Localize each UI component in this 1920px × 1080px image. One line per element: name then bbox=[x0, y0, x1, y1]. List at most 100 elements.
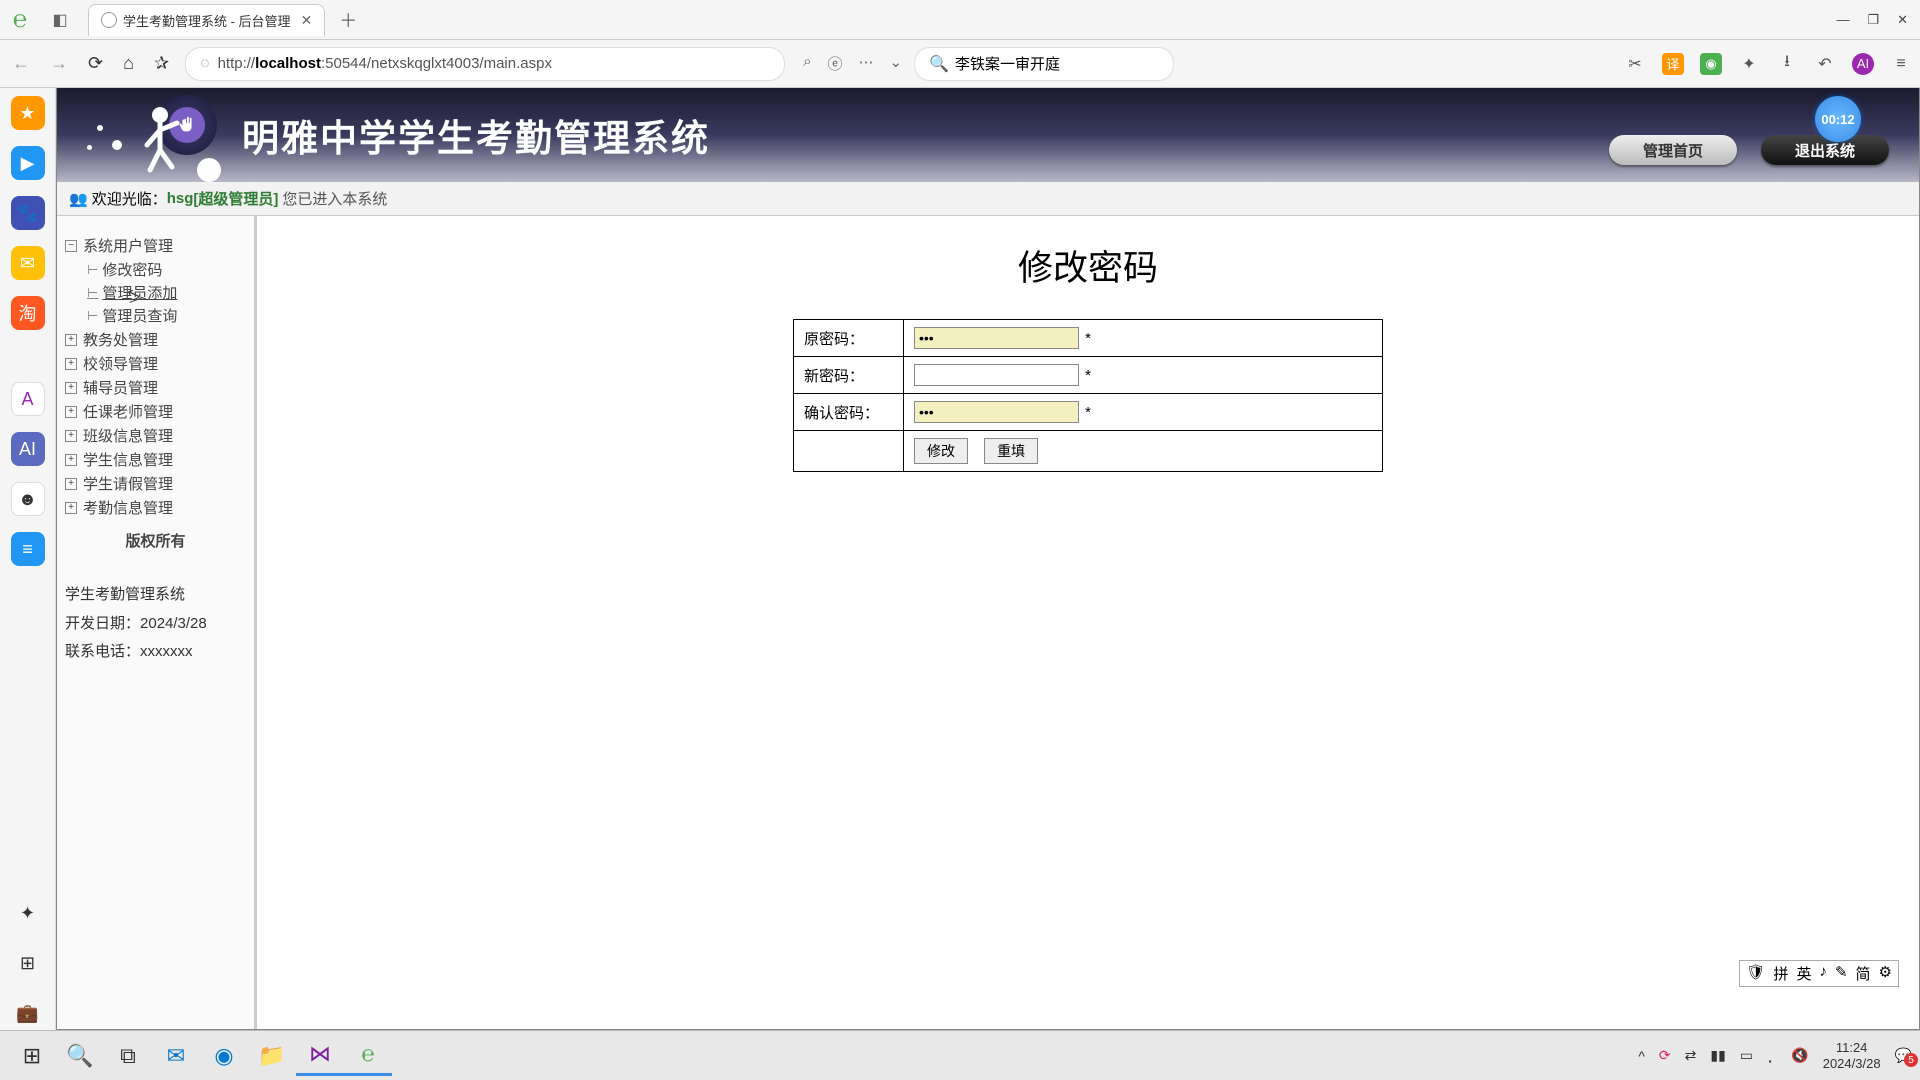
tree-child-0-0[interactable]: ⊢修改密码 bbox=[87, 259, 246, 280]
ime-toolbar[interactable]: 🛡 拼 英 ♪ ✎ 简 ⚙ bbox=[1739, 960, 1899, 987]
fav-bot-icon[interactable]: ☻ bbox=[11, 482, 45, 516]
ext-green-icon[interactable]: ◉ bbox=[1700, 53, 1722, 75]
admin-home-button[interactable]: 管理首页 bbox=[1609, 135, 1737, 165]
mail-app-icon[interactable]: ✉ bbox=[152, 1036, 200, 1076]
explorer-app-icon[interactable]: 📁 bbox=[248, 1036, 296, 1076]
tree-child-0-2[interactable]: ⊢管理员查询 bbox=[87, 305, 246, 326]
reload-icon[interactable]: ⟳ bbox=[84, 49, 107, 78]
tree-child-0-1[interactable]: ⊢管理员添加↖ bbox=[87, 282, 246, 303]
tray-battery-icon[interactable]: ▭ bbox=[1740, 1047, 1753, 1064]
tree-node-1[interactable]: +教务处管理 bbox=[65, 329, 246, 350]
taskbar-clock[interactable]: 11:24 2024/3/28 bbox=[1823, 1040, 1881, 1071]
notification-icon[interactable]: 💬5 bbox=[1895, 1047, 1912, 1064]
translate-ext-icon[interactable]: 译 bbox=[1662, 53, 1684, 75]
plus-icon[interactable]: + bbox=[65, 358, 77, 370]
ime-music-icon[interactable]: ♪ bbox=[1819, 963, 1827, 984]
taskbar-search-icon[interactable]: 🔍 bbox=[56, 1036, 104, 1076]
browser-app-icon[interactable]: ℮ bbox=[344, 1036, 392, 1076]
fav-star-icon[interactable]: ★ bbox=[11, 96, 45, 130]
home-icon[interactable]: ⌂ bbox=[119, 49, 138, 78]
welcome-user: hsg bbox=[167, 190, 194, 207]
ie-mode-icon[interactable]: ⓔ bbox=[827, 53, 842, 74]
fav-ai-icon[interactable]: A bbox=[11, 382, 45, 416]
start-button[interactable]: ⊞ bbox=[8, 1036, 56, 1076]
tray-sync-icon[interactable]: ⟳ bbox=[1659, 1047, 1671, 1064]
browser-tab[interactable]: 学生考勤管理系统 - 后台管理 ✕ bbox=[88, 4, 325, 36]
new-password-input[interactable] bbox=[914, 364, 1079, 386]
tree-node-2[interactable]: +校领导管理 bbox=[65, 353, 246, 374]
maximize-icon[interactable]: ❐ bbox=[1867, 12, 1879, 28]
tree-node-7[interactable]: +学生请假管理 bbox=[65, 473, 246, 494]
plus-icon[interactable]: + bbox=[65, 406, 77, 418]
old-password-input[interactable] bbox=[914, 327, 1079, 349]
fav-video-icon[interactable]: ▶ bbox=[11, 146, 45, 180]
minimize-icon[interactable]: — bbox=[1836, 12, 1849, 27]
tree-node-8[interactable]: + 考勤信息管理 bbox=[65, 497, 246, 518]
tray-chevron-icon[interactable]: ^ bbox=[1638, 1048, 1645, 1064]
logout-button[interactable]: 退出系统 bbox=[1761, 135, 1889, 165]
tree-node-3[interactable]: +辅导员管理 bbox=[65, 377, 246, 398]
tab-close-icon[interactable]: ✕ bbox=[301, 12, 313, 29]
plus-icon[interactable]: + bbox=[65, 382, 77, 394]
close-window-icon[interactable]: ✕ bbox=[1897, 12, 1908, 28]
tree-node-4[interactable]: +任课老师管理 bbox=[65, 401, 246, 422]
puzzle-icon[interactable]: ✦ bbox=[1738, 53, 1760, 75]
fav-mail-icon[interactable]: ✉ bbox=[11, 246, 45, 280]
ime-pin[interactable]: 拼 bbox=[1773, 963, 1788, 984]
tray-volume-icon[interactable]: 🔇 bbox=[1791, 1047, 1808, 1064]
ai-ext-icon[interactable]: AI bbox=[1852, 53, 1874, 75]
fav-stack-icon[interactable]: ≡ bbox=[11, 532, 45, 566]
required-mark: * bbox=[1085, 404, 1091, 421]
menu-icon[interactable]: ≡ bbox=[1890, 53, 1912, 75]
tray-wifi-icon[interactable]: ⡀ bbox=[1767, 1047, 1777, 1064]
fav-puzzle-icon[interactable]: ✦ bbox=[11, 896, 45, 930]
tree-node-0[interactable]: −系统用户管理 bbox=[65, 235, 246, 256]
fav-grid-icon[interactable]: ⊞ bbox=[11, 946, 45, 980]
branch-icon: ⊢ bbox=[87, 285, 98, 301]
fav-shop-icon[interactable]: 淘 bbox=[11, 296, 45, 330]
url-input[interactable]: ◌ http://localhost:50544/netxskqglxt4003… bbox=[185, 47, 785, 81]
ime-shield-icon[interactable]: 🛡 bbox=[1746, 963, 1765, 984]
fav-ai2-icon[interactable]: AI bbox=[11, 432, 45, 466]
plus-icon[interactable]: + bbox=[65, 334, 77, 346]
download-icon[interactable]: ⭳ bbox=[1776, 53, 1798, 75]
submit-button[interactable]: 修改 bbox=[914, 438, 968, 464]
edge-app-icon[interactable]: ◉ bbox=[200, 1036, 248, 1076]
fav-briefcase-icon[interactable]: 💼 bbox=[11, 996, 45, 1030]
ime-jian[interactable]: 简 bbox=[1856, 963, 1871, 984]
favorite-icon[interactable]: ✰ bbox=[150, 49, 173, 78]
chevron-down-icon[interactable]: ⌄ bbox=[889, 53, 902, 74]
ime-en[interactable]: 英 bbox=[1796, 963, 1811, 984]
plus-icon[interactable]: + bbox=[65, 478, 77, 490]
ime-gear-icon[interactable]: ⚙ bbox=[1879, 963, 1892, 984]
tray-monitor-icon[interactable]: ▮▮ bbox=[1710, 1047, 1725, 1064]
tree-label: 系统用户管理 bbox=[83, 235, 173, 256]
search-input[interactable] bbox=[955, 55, 1155, 72]
fav-paw-icon[interactable]: 🐾 bbox=[11, 196, 45, 230]
confirm-password-input[interactable] bbox=[914, 401, 1079, 423]
tree-node-5[interactable]: + 班级信息管理 bbox=[65, 425, 246, 446]
back-icon[interactable]: ← bbox=[8, 49, 34, 78]
new-tab-button[interactable]: ＋ bbox=[339, 7, 357, 33]
tree-node-6[interactable]: +学生信息管理 bbox=[65, 449, 246, 470]
tree-label: 考勤信息管理 bbox=[83, 497, 173, 518]
site-info-icon[interactable]: ◌ bbox=[200, 55, 210, 73]
plus-icon[interactable]: + bbox=[65, 502, 77, 514]
plus-icon[interactable]: + bbox=[65, 454, 77, 466]
ime-pen-icon[interactable]: ✎ bbox=[1835, 963, 1848, 984]
reset-button[interactable]: 重填 bbox=[984, 438, 1038, 464]
undo-icon[interactable]: ↶ bbox=[1814, 53, 1836, 75]
sidebar-toggle-icon[interactable]: ◧ bbox=[40, 10, 80, 30]
task-view-icon[interactable]: ⧉ bbox=[104, 1036, 152, 1076]
tray-net-icon[interactable]: ⇄ bbox=[1685, 1047, 1697, 1064]
key-icon[interactable]: ⌕ bbox=[803, 53, 811, 74]
required-mark: * bbox=[1085, 330, 1091, 347]
minus-icon[interactable]: − bbox=[65, 240, 77, 252]
vs-app-icon[interactable]: ⋈ bbox=[296, 1036, 344, 1076]
plus-icon[interactable]: + bbox=[65, 430, 77, 442]
browser-search-box[interactable]: 🔍 bbox=[914, 47, 1174, 81]
scissors-icon[interactable]: ✂ bbox=[1624, 53, 1646, 75]
more-icon[interactable]: ⋯ bbox=[858, 53, 873, 74]
tree-label: 班级信息管理 bbox=[83, 425, 173, 446]
copyright-label: 版权所有 bbox=[65, 530, 246, 551]
